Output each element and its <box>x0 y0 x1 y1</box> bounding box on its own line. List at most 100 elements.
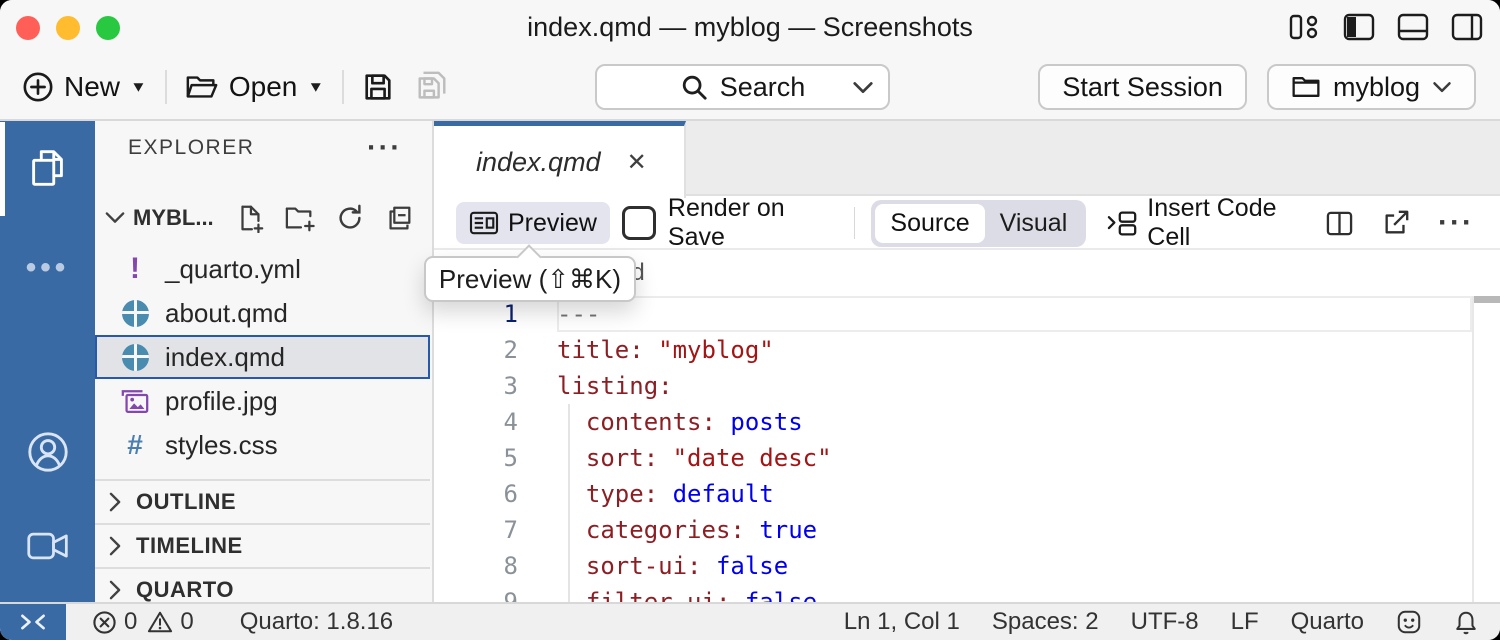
code-line[interactable]: type: default <box>557 476 774 512</box>
editor-more-actions-icon[interactable]: ··· <box>1438 206 1474 240</box>
toolbar-divider <box>165 70 167 104</box>
collapse-all-icon[interactable] <box>384 203 414 233</box>
new-dropdown-caret-icon[interactable]: ▼ <box>130 79 147 96</box>
section-label: QUARTO <box>136 577 234 602</box>
close-window-button[interactable] <box>16 16 40 40</box>
sidebar-section-timeline[interactable]: TIMELINE <box>95 523 430 567</box>
file-row-about-qmd[interactable]: about.qmd <box>95 291 430 335</box>
eol-status[interactable]: LF <box>1231 608 1259 636</box>
insert-code-cell-label: Insert Code Cell <box>1147 194 1313 252</box>
chevron-right-icon <box>109 536 122 556</box>
warnings-status[interactable]: 0 <box>147 608 193 636</box>
code-line[interactable]: sort: "date desc" <box>557 440 832 476</box>
new-file-icon[interactable] <box>235 203 265 233</box>
save-icon[interactable] <box>362 71 394 103</box>
new-button[interactable]: New <box>64 71 120 103</box>
toggle-left-sidebar-icon[interactable] <box>1342 12 1376 42</box>
notifications-bell-icon[interactable] <box>1454 609 1478 635</box>
new-folder-icon[interactable] <box>284 203 316 233</box>
code-line[interactable]: listing: <box>557 368 673 404</box>
customize-layout-icon[interactable] <box>1288 12 1322 42</box>
code-line[interactable]: filter-ui: false <box>557 584 817 602</box>
code-line[interactable]: contents: posts <box>557 404 803 440</box>
app-window: index.qmd — myblog — Screenshots New ▼ O… <box>0 0 1500 640</box>
line-number: 4 <box>434 404 518 440</box>
encoding-status[interactable]: UTF-8 <box>1131 608 1199 636</box>
sidebar-section-quarto[interactable]: QUARTO <box>95 567 430 602</box>
file-list: ! _quarto.yml about.qmd index.qmd profil… <box>95 247 430 467</box>
indentation-status[interactable]: Spaces: 2 <box>992 608 1099 636</box>
search-chevron-down-icon[interactable] <box>852 81 874 95</box>
start-session-button[interactable]: Start Session <box>1038 64 1247 110</box>
window-controls <box>16 16 120 40</box>
toolbar-divider <box>342 70 344 104</box>
account-icon[interactable] <box>0 429 95 475</box>
workspace-chevron-down-icon <box>1432 81 1452 94</box>
file-row-index-qmd[interactable]: index.qmd <box>95 335 430 379</box>
quarto-file-icon <box>119 300 151 327</box>
code-line[interactable]: sort-ui: false <box>557 548 788 584</box>
file-name: about.qmd <box>165 298 288 329</box>
line-number: 6 <box>434 476 518 512</box>
refresh-icon[interactable] <box>335 203 365 233</box>
line-number: 7 <box>434 512 518 548</box>
line-number: 5 <box>434 440 518 476</box>
remote-indicator[interactable] <box>0 604 66 640</box>
section-label: OUTLINE <box>136 489 236 515</box>
video-camera-icon[interactable] <box>0 530 95 562</box>
explorer-view-icon[interactable] <box>0 145 95 191</box>
explorer-more-actions-icon[interactable]: ··· <box>367 132 402 165</box>
open-in-new-window-icon[interactable] <box>1382 209 1410 237</box>
feedback-smiley-icon[interactable] <box>1396 609 1422 635</box>
cursor-position-status[interactable]: Ln 1, Col 1 <box>844 608 960 636</box>
tab-index-qmd[interactable]: index.qmd ✕ <box>434 121 686 198</box>
line-number: 8 <box>434 548 518 584</box>
insert-code-cell-icon <box>1106 209 1139 238</box>
current-line-highlight <box>557 296 1472 332</box>
open-button[interactable]: Open <box>229 71 298 103</box>
sidebar-section-outline[interactable]: OUTLINE <box>95 479 430 523</box>
split-editor-icon[interactable] <box>1325 210 1354 237</box>
open-folder-icon[interactable] <box>185 72 219 102</box>
workspace-switcher-button[interactable]: myblog <box>1267 64 1476 110</box>
code-editor[interactable]: 123456789 ---title: "myblog"listing: con… <box>434 296 1500 602</box>
language-mode-status[interactable]: Quarto <box>1291 608 1364 636</box>
toolbar-divider <box>854 207 856 239</box>
css-file-icon: # <box>119 429 151 461</box>
error-icon <box>92 610 117 635</box>
activity-bar-more-icon[interactable]: ••• <box>0 251 95 285</box>
overview-ruler-border <box>1472 296 1474 602</box>
source-mode-button[interactable]: Source <box>875 204 984 243</box>
visual-mode-button[interactable]: Visual <box>985 204 1083 243</box>
zoom-window-button[interactable] <box>96 16 120 40</box>
new-file-plus-icon[interactable] <box>22 71 54 103</box>
close-tab-icon[interactable]: ✕ <box>627 148 647 177</box>
preview-button[interactable]: Preview <box>456 202 610 244</box>
status-bar: 0 0 Quarto: 1.8.16 Ln 1, Col 1 Spaces: 2… <box>0 602 1500 640</box>
warnings-count: 0 <box>180 608 193 636</box>
chevron-right-icon <box>109 580 122 600</box>
file-row-quarto-yml[interactable]: ! _quarto.yml <box>95 247 430 291</box>
quarto-file-icon <box>119 344 151 371</box>
explorer-sidebar: EXPLORER ··· MYBL... ! _quarto.yml <box>95 121 434 602</box>
toggle-right-sidebar-icon[interactable] <box>1450 12 1484 42</box>
search-input[interactable]: Search <box>595 64 890 110</box>
file-row-styles-css[interactable]: # styles.css <box>95 423 430 467</box>
code-line[interactable]: categories: true <box>557 512 817 548</box>
insert-code-cell-button[interactable]: Insert Code Cell <box>1106 194 1313 252</box>
code-line[interactable]: title: "myblog" <box>557 332 774 368</box>
line-number: 3 <box>434 368 518 404</box>
warning-icon <box>147 610 173 634</box>
render-on-save-checkbox[interactable] <box>622 206 656 240</box>
start-session-label: Start Session <box>1062 72 1223 103</box>
file-row-profile-jpg[interactable]: profile.jpg <box>95 379 430 423</box>
quarto-version-status[interactable]: Quarto: 1.8.16 <box>240 608 393 636</box>
line-number: 2 <box>434 332 518 368</box>
save-all-icon[interactable] <box>414 70 450 104</box>
open-dropdown-caret-icon[interactable]: ▼ <box>307 79 324 96</box>
image-file-icon <box>119 388 151 415</box>
toggle-bottom-panel-icon[interactable] <box>1396 12 1430 42</box>
errors-status[interactable]: 0 <box>92 608 137 636</box>
minimize-window-button[interactable] <box>56 16 80 40</box>
workspace-section-header[interactable]: MYBL... <box>95 195 432 241</box>
